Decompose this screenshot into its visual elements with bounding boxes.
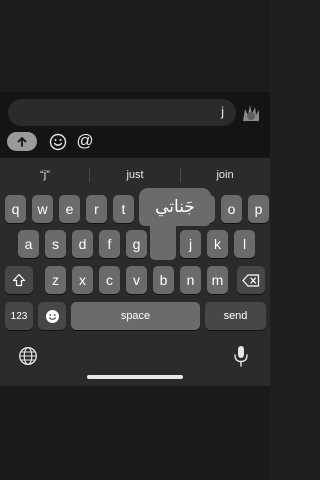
suggestion-divider xyxy=(89,168,90,182)
delete-key[interactable] xyxy=(237,266,265,294)
key-r[interactable]: r xyxy=(86,195,107,223)
key-q[interactable]: q xyxy=(5,195,26,223)
send-key[interactable]: send xyxy=(205,302,266,330)
key-w[interactable]: w xyxy=(32,195,53,223)
key-d[interactable]: d xyxy=(72,230,93,258)
emoji-icon xyxy=(45,309,59,323)
key-b[interactable]: b xyxy=(153,266,174,294)
emoji-button[interactable] xyxy=(49,133,67,151)
numbers-key[interactable]: 123 xyxy=(5,302,33,330)
key-f[interactable]: f xyxy=(99,230,120,258)
key-n[interactable]: n xyxy=(180,266,201,294)
key-p[interactable]: p xyxy=(248,195,269,223)
globe-button[interactable] xyxy=(18,346,38,366)
microphone-icon xyxy=(234,346,248,367)
mention-button[interactable]: @ xyxy=(75,130,95,152)
message-input[interactable]: j xyxy=(8,99,236,126)
dictation-button[interactable] xyxy=(233,345,249,367)
globe-icon xyxy=(19,347,37,365)
shift-key[interactable] xyxy=(5,266,33,294)
home-indicator[interactable] xyxy=(87,375,183,379)
key-popup-stem xyxy=(150,222,176,260)
suggestion-divider xyxy=(180,168,181,182)
send-message-button[interactable] xyxy=(7,132,37,151)
key-j[interactable]: j xyxy=(180,230,201,258)
conversation-area xyxy=(0,0,270,92)
emoji-key[interactable] xyxy=(38,302,66,330)
memoji-icon xyxy=(243,105,259,121)
key-v[interactable]: v xyxy=(126,266,147,294)
key-c[interactable]: c xyxy=(99,266,120,294)
delete-icon xyxy=(242,273,260,287)
suggestion-join[interactable]: join xyxy=(190,166,260,184)
key-z[interactable]: z xyxy=(45,266,66,294)
key-s[interactable]: s xyxy=(45,230,66,258)
suggestion-just[interactable]: just xyxy=(100,166,170,184)
space-key[interactable]: space xyxy=(71,302,200,330)
up-arrow-icon xyxy=(17,136,27,147)
key-l[interactable]: l xyxy=(234,230,255,258)
key-e[interactable]: e xyxy=(59,195,80,223)
emoji-icon xyxy=(49,133,67,151)
key-x[interactable]: x xyxy=(72,266,93,294)
bottom-area xyxy=(0,386,270,480)
shift-icon xyxy=(12,273,26,287)
memoji-sticker-button[interactable] xyxy=(240,101,262,123)
key-a[interactable]: a xyxy=(18,230,39,258)
key-t[interactable]: t xyxy=(113,195,134,223)
key-k[interactable]: k xyxy=(207,230,228,258)
message-text: j xyxy=(221,104,224,119)
key-o[interactable]: o xyxy=(221,195,242,223)
key-m[interactable]: m xyxy=(207,266,228,294)
key-popup: جَناتي xyxy=(139,188,211,226)
key-g[interactable]: g xyxy=(126,230,147,258)
suggestion-quoted[interactable]: “j” xyxy=(10,166,80,184)
